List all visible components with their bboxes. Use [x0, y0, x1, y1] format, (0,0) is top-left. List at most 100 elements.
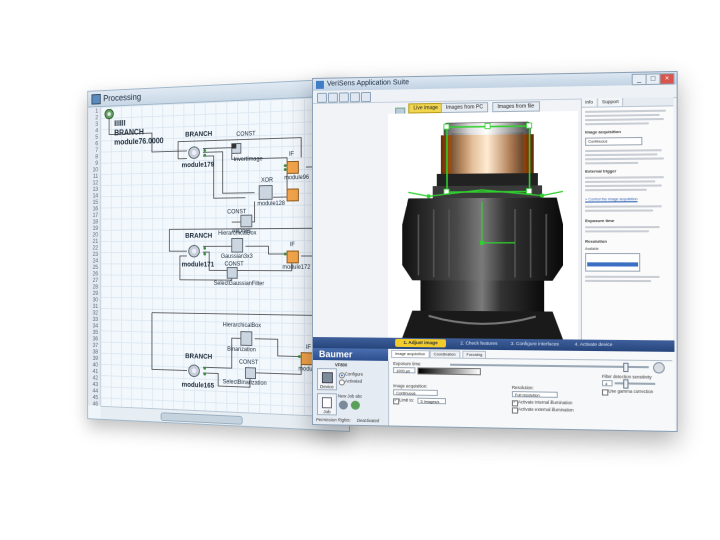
selectgauss-label: SelectGaussianFilter	[213, 280, 265, 288]
maximize-button[interactable]: □	[645, 73, 661, 86]
text-line	[585, 176, 664, 179]
text-line	[585, 275, 660, 278]
tab-live-image[interactable]: Live image	[408, 102, 444, 114]
heading-acquisition: Image acquisition	[585, 128, 621, 135]
job-label: Job	[323, 409, 331, 415]
pan-icon[interactable]	[349, 92, 360, 103]
line-number: 31	[92, 304, 99, 310]
snapshot-icon[interactable]	[360, 91, 371, 103]
line-number: 24	[92, 258, 99, 265]
module128-label: module128	[257, 200, 285, 208]
exposure-slider-thumb[interactable]	[623, 362, 629, 373]
resolution-select[interactable]: Full resolution	[511, 391, 558, 398]
device-button[interactable]: Device	[316, 368, 337, 391]
text-line	[585, 184, 662, 188]
device-label: Device	[320, 384, 334, 390]
fit-icon[interactable]	[338, 92, 349, 103]
step-check-features[interactable]: 2. Check features	[454, 339, 503, 348]
text-line	[585, 157, 664, 161]
selected-list-row	[587, 262, 639, 267]
line-number: 27	[92, 278, 99, 284]
tab-images-from-pc[interactable]: Images from PC	[440, 102, 489, 114]
text-line	[585, 153, 658, 157]
job-button[interactable]: Job	[316, 393, 337, 416]
close-button[interactable]: ×	[659, 73, 675, 85]
step-configure-interfaces[interactable]: 3. Configure interfaces	[506, 340, 564, 349]
line-number: 17	[92, 213, 99, 219]
help-link[interactable]: > Control the image acquisition	[585, 197, 637, 201]
if2-label: IF	[289, 242, 295, 249]
node-start	[105, 109, 113, 119]
text-line	[585, 279, 651, 283]
limit-select[interactable]: 5 Images/s	[417, 397, 446, 405]
line-number: 23	[92, 252, 99, 258]
processing-window: Processing 1 2 3 4 5 6 7 8 9 10 11 12 13 14 15 16 17 18 19…	[87, 78, 351, 432]
resolution-list[interactable]	[585, 253, 641, 272]
job-open-icon[interactable]	[338, 400, 348, 410]
text-line	[585, 205, 662, 208]
xor-label: XOR	[261, 177, 274, 184]
permission-label: Permission Rights:	[315, 417, 351, 423]
acquisition-select[interactable]: Continuous	[393, 389, 438, 397]
tab-support[interactable]: Support	[598, 97, 623, 107]
line-number: 29	[92, 291, 99, 297]
line-number: 10	[92, 167, 99, 174]
job-save-icon[interactable]	[350, 400, 360, 410]
camera-image[interactable]	[388, 110, 578, 340]
if3-label: IF	[305, 344, 311, 351]
device-nav: VF800 Device Configure Activated Job New…	[312, 360, 390, 426]
step-adjust-image[interactable]: 1. Adjust image	[395, 338, 446, 348]
zoom-in-icon[interactable]	[316, 92, 327, 103]
text-line	[585, 180, 656, 183]
line-number: 42	[92, 375, 99, 382]
line-number: 36	[92, 336, 99, 343]
app-icon	[315, 80, 324, 89]
scrollbar-thumb[interactable]	[160, 412, 243, 425]
resolution-label: Resolution:	[511, 384, 534, 391]
configure-label: Configure	[344, 371, 364, 377]
line-number-gutter: 1 2 3 4 5 6 7 8 9 10 11 12 13 14 15 16 17 18 19 20 21 22 23 24 2…	[88, 106, 101, 408]
tab-info[interactable]: Info	[581, 98, 598, 107]
hbox2-label: HierarchicalBox	[222, 322, 262, 330]
app-title: VeriSens Application Suite	[326, 79, 410, 88]
auto-exposure-icon[interactable]	[653, 362, 665, 374]
line-number: 16	[92, 206, 99, 213]
internal-illum-label: Activate internal illumination	[518, 399, 573, 406]
branch1-label: BRANCH	[185, 130, 213, 139]
filter-slider-thumb[interactable]	[623, 379, 629, 389]
tab-images-from-file[interactable]: Images from file	[492, 101, 540, 113]
line-number: 30	[92, 297, 99, 304]
device-id: VF800	[334, 362, 348, 368]
line-number: 46	[92, 401, 99, 408]
zoom-out-icon[interactable]	[327, 92, 338, 103]
processing-title: Processing	[103, 92, 142, 104]
filter-input[interactable]: 4	[601, 380, 613, 387]
const4-label: CONST	[239, 359, 259, 367]
text-line	[585, 230, 649, 233]
line-number: 26	[92, 271, 99, 278]
heading-resolution: Resolution	[585, 238, 607, 244]
limit-label: Limit to:	[399, 397, 415, 403]
heading-exposure: Exposure time	[585, 217, 615, 224]
gaussian-label: Gaussian3x3	[220, 254, 253, 260]
acquisition-combo[interactable]: Continuous	[585, 136, 643, 146]
module172-label: module172	[282, 264, 311, 271]
line-number: 22	[92, 245, 99, 252]
filter-slider[interactable]	[614, 382, 656, 385]
gamma-label: Use gamma correction	[608, 388, 654, 395]
step-activate-device[interactable]: 4. Activate device	[568, 340, 619, 349]
module179-label: module179	[181, 161, 215, 170]
line-number: 3	[95, 121, 99, 128]
line-number: 40	[92, 362, 99, 369]
bottle-image	[402, 111, 578, 340]
exposure-input[interactable]: 1000 µs	[393, 367, 416, 374]
line-number: 28	[92, 284, 99, 291]
line-number: 19	[92, 226, 99, 232]
line-number: 41	[92, 369, 99, 376]
line-number: 8	[95, 154, 99, 161]
minimize-button[interactable]: _	[631, 73, 647, 86]
acquisition-label: Image acquisition:	[393, 383, 428, 389]
text-line	[585, 109, 666, 113]
line-number: 34	[92, 323, 99, 330]
brand-bar: Baumer	[312, 348, 389, 361]
